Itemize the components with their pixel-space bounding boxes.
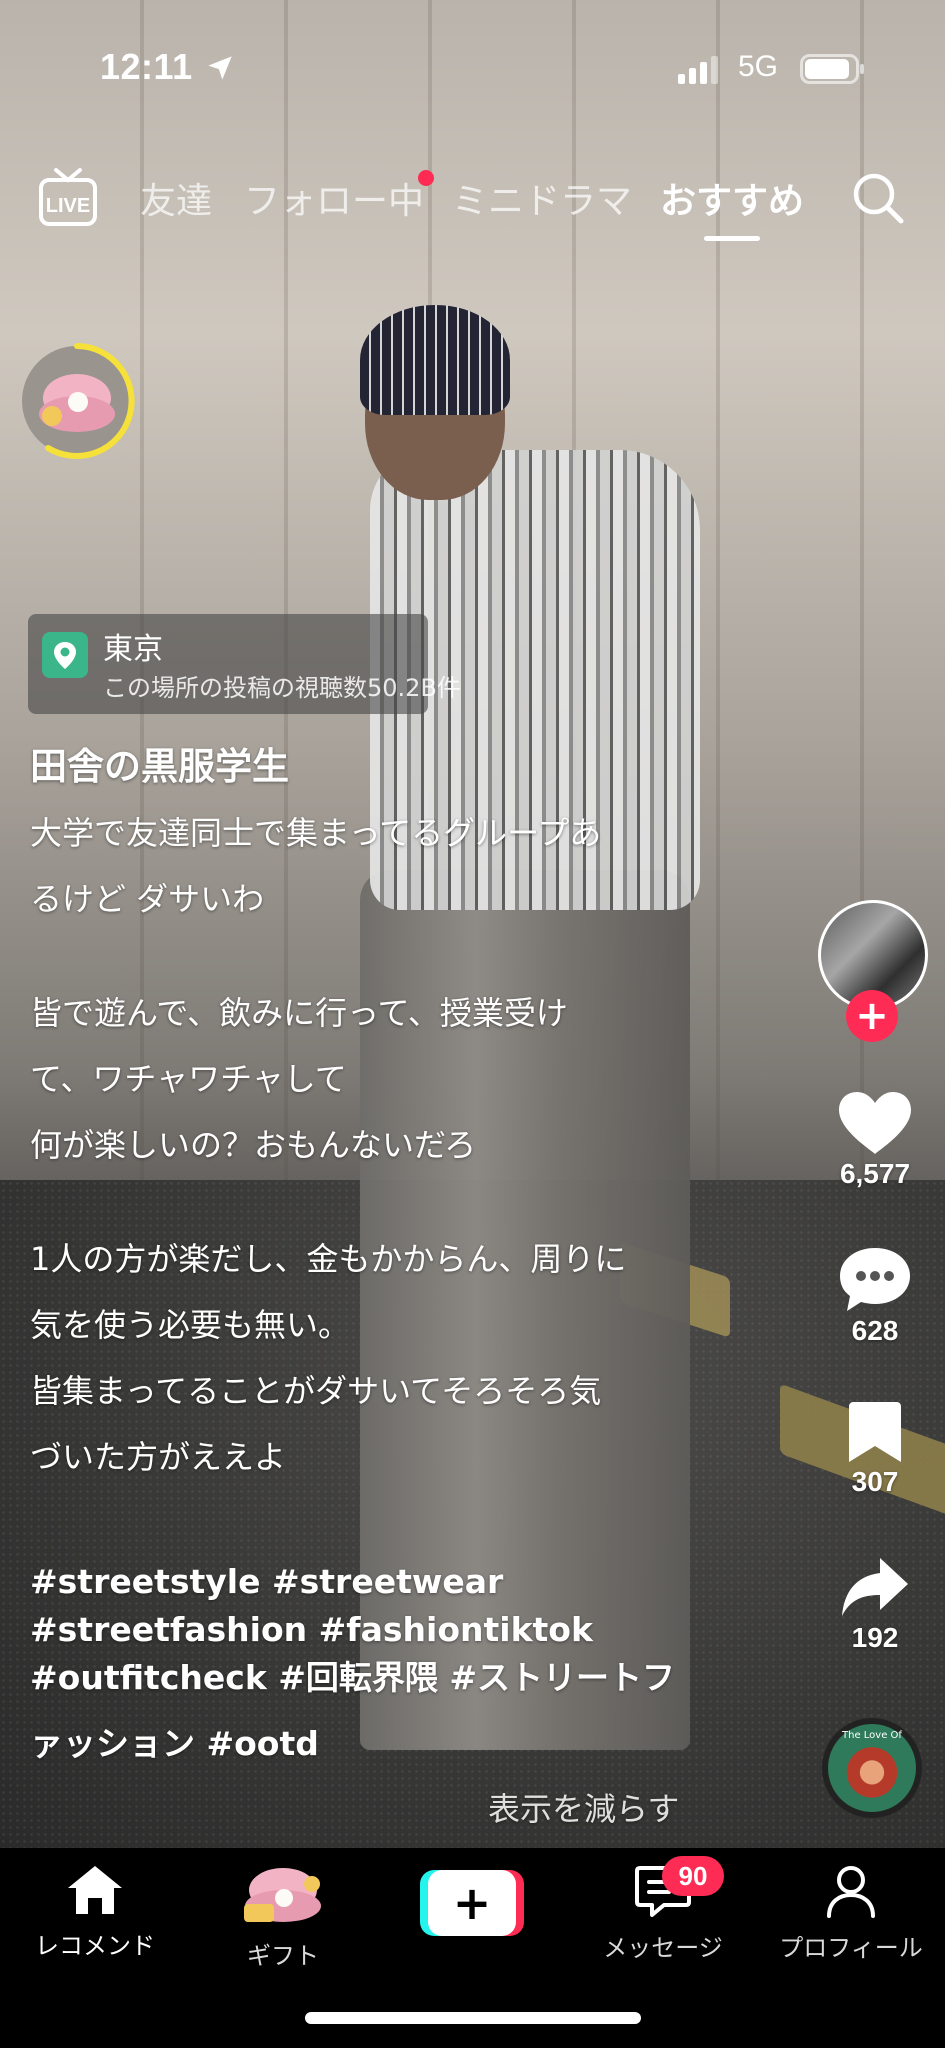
description-line: 大学で友達同士で集まってるグループあ	[30, 814, 602, 852]
nav-home-label: レコメンド	[35, 1932, 155, 1960]
location-chip[interactable]: 東京 この場所の投稿の視聴数50.2B件	[28, 614, 461, 714]
description-line: 1人の方が楽だし、金もかからん、周りに	[30, 1240, 627, 1278]
author-name[interactable]: 田舎の黒服学生	[30, 736, 289, 790]
live-icon[interactable]: LIVE	[38, 166, 98, 228]
status-time: 12:11	[100, 46, 193, 87]
description-line: るけど ダサいわ	[30, 880, 265, 918]
save-button[interactable]: 307	[825, 1400, 925, 1498]
comment-button[interactable]: 628	[825, 1245, 925, 1347]
gift-shell-icon	[244, 1868, 321, 1922]
description-gap	[30, 1178, 720, 1226]
following-notification-dot	[418, 170, 434, 186]
home-icon	[68, 1866, 122, 1914]
music-disc[interactable]: The Love Of	[822, 1718, 922, 1818]
post-description: 大学で友達同士で集まってるグループあ るけど ダサいわ 皆で遊んで、飲みに行って…	[30, 800, 720, 1490]
signal-icon	[678, 56, 718, 84]
show-less-button[interactable]: 表示を減らす	[488, 1784, 679, 1830]
tab-for-you[interactable]: おすすめ	[660, 172, 804, 224]
location-arrow-icon	[208, 56, 232, 80]
hashtag-line[interactable]: #streetfashion #fashiontiktok	[30, 1606, 720, 1654]
plus-icon: +	[428, 1870, 516, 1936]
hashtag-line[interactable]: ァッション #ootd	[30, 1720, 720, 1768]
description-line: 気を使う必要も無い。	[30, 1306, 351, 1344]
description-line: て、ワチャワチャして	[30, 1060, 347, 1098]
nav-messages[interactable]: 90 メッセージ	[588, 1856, 738, 1963]
description-line: 皆で遊んで、飲みに行って、授業受け	[30, 994, 568, 1032]
nav-gift[interactable]: ギフト	[208, 1864, 358, 1971]
nav-home[interactable]: レコメンド	[20, 1864, 170, 1961]
hashtag-line[interactable]: #outfitcheck #回転界隈 #ストリートフ	[30, 1654, 720, 1702]
bookmark-icon	[849, 1402, 901, 1462]
follow-plus-button[interactable]: +	[846, 990, 898, 1042]
description-line: 皆集まってることがダサいてそろそろ気	[30, 1372, 602, 1410]
comment-count: 628	[851, 1315, 899, 1346]
live-gift-avatar-icon[interactable]	[18, 342, 136, 460]
music-disc-title: The Love Of	[842, 1730, 902, 1741]
top-nav: LIVE 友達 フォロー中 ミニドラマ おすすめ	[0, 160, 945, 250]
search-icon[interactable]	[850, 170, 906, 226]
home-indicator	[305, 2012, 641, 2024]
nav-messages-label: メッセージ	[603, 1934, 723, 1962]
share-count: 192	[851, 1622, 899, 1653]
battery-icon	[800, 54, 864, 84]
description-line: 何が楽しいの？おもんないだろ	[30, 1126, 477, 1164]
person-cap	[360, 305, 510, 415]
hashtags[interactable]: #streetstyle #streetwear #streetfashion …	[30, 1558, 720, 1768]
heart-icon	[839, 1092, 911, 1154]
tab-friends[interactable]: 友達	[140, 172, 212, 224]
hashtag-line[interactable]: #streetstyle #streetwear	[30, 1558, 720, 1606]
nav-profile[interactable]: プロフィール	[776, 1864, 926, 1963]
active-tab-indicator	[704, 236, 760, 241]
tab-mini-drama[interactable]: ミニドラマ	[452, 172, 632, 224]
profile-icon	[827, 1866, 875, 1918]
share-button[interactable]: 192	[825, 1556, 925, 1654]
location-name: 東京	[103, 632, 163, 667]
location-views: この場所の投稿の視聴数50.2B件	[103, 674, 461, 702]
nav-profile-label: プロフィール	[779, 1934, 923, 1962]
messages-badge: 90	[662, 1856, 724, 1896]
like-count: 6,577	[839, 1158, 911, 1189]
description-gap	[30, 932, 720, 980]
share-arrow-icon	[842, 1558, 908, 1616]
nav-gift-label: ギフト	[247, 1942, 319, 1970]
tab-following[interactable]: フォロー中	[244, 172, 424, 224]
status-bar: 12:11 5G	[0, 0, 945, 120]
location-pin-icon	[42, 632, 88, 678]
network-type: 5G	[738, 50, 779, 83]
save-count: 307	[851, 1466, 899, 1497]
comment-icon	[840, 1248, 910, 1311]
like-button[interactable]: 6,577	[825, 1090, 925, 1190]
create-button[interactable]: +	[420, 1870, 524, 1936]
svg-text:LIVE: LIVE	[46, 195, 90, 217]
description-line: づいた方がええよ	[30, 1438, 287, 1476]
